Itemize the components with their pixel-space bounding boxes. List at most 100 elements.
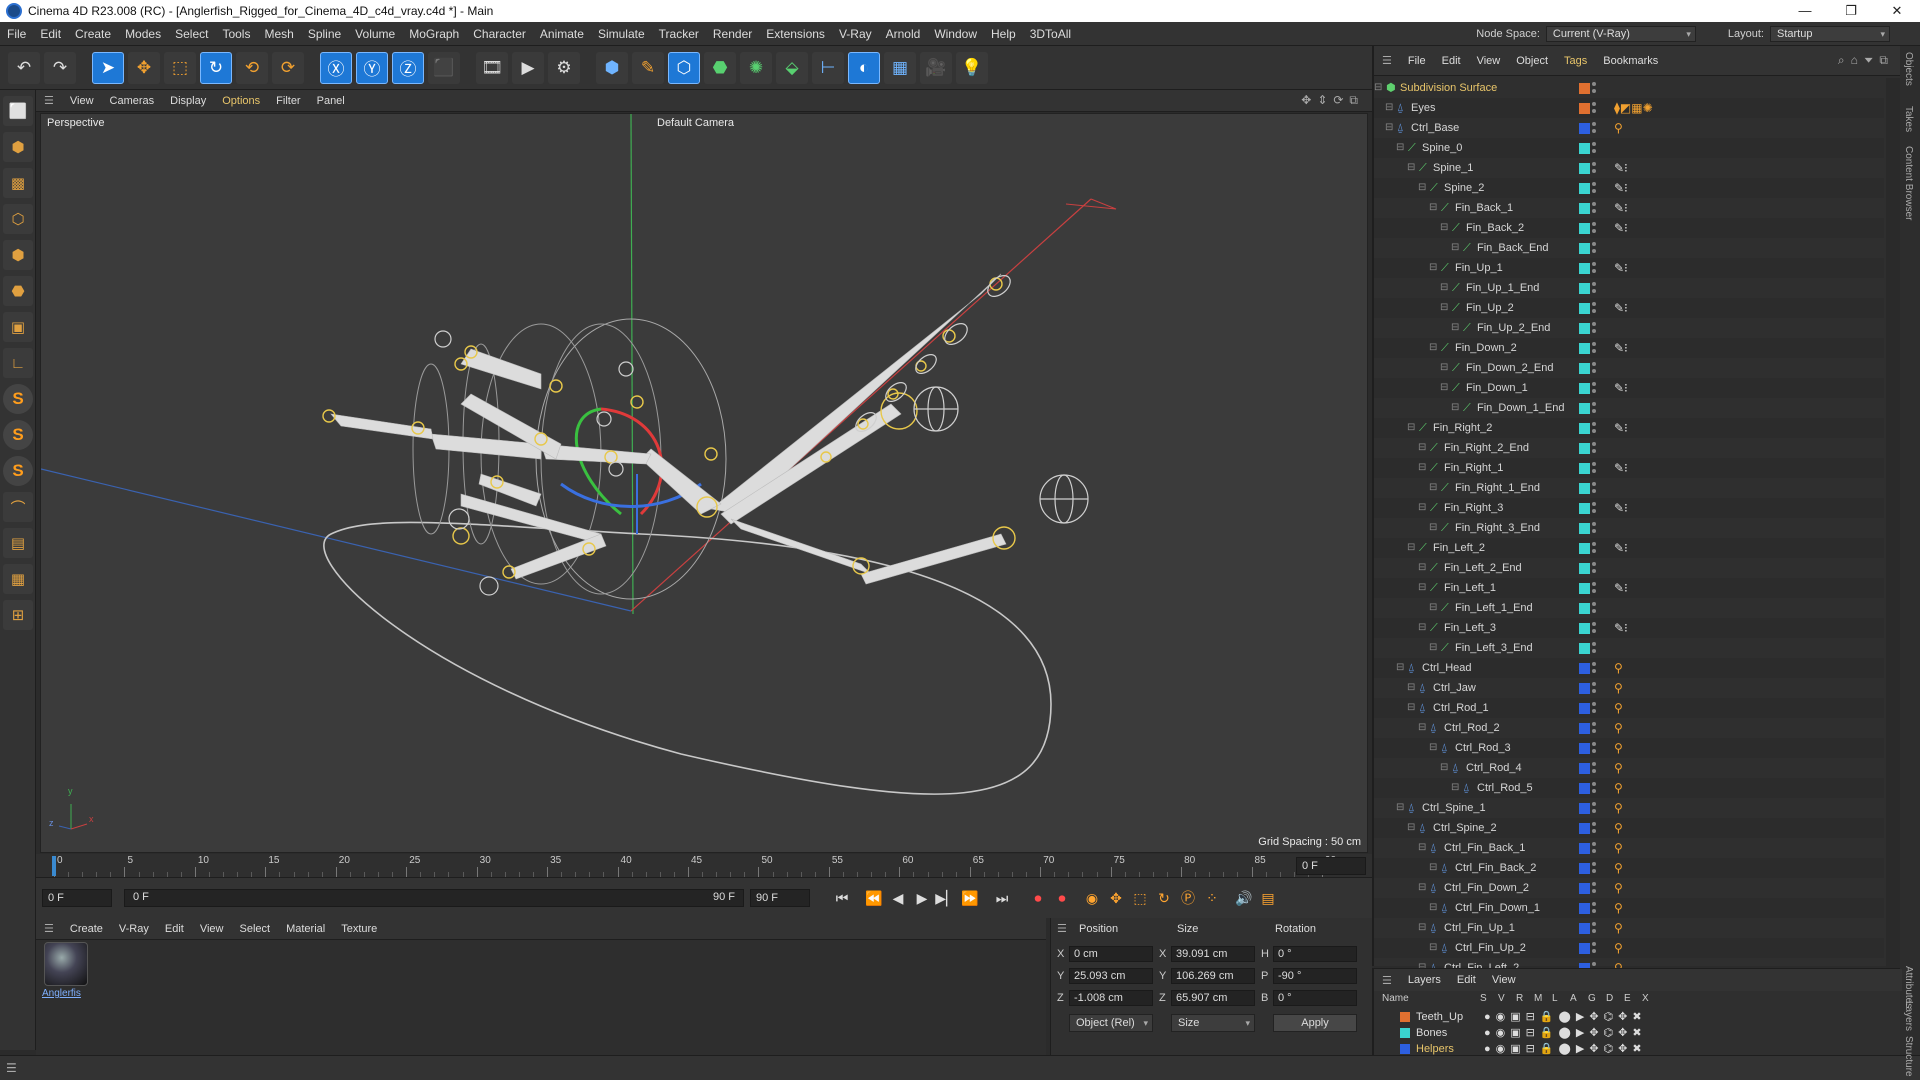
layer-toggle-icons[interactable]: ●◉▣⊟🔒⬤▶✥⌬✥✖ [1484,1009,1647,1025]
visibility-dots[interactable] [1592,441,1596,455]
object-menu-file[interactable]: File [1400,55,1434,67]
layer-row[interactable]: Helpers ●◉▣⊟🔒⬤▶✥⌬✥✖ [1374,1041,1902,1057]
layer-color-swatch[interactable] [1579,923,1590,934]
layer-color-swatch[interactable] [1579,523,1590,534]
visibility-dots[interactable] [1592,941,1596,955]
ik-tag-icon[interactable]: ✎⁝ [1614,221,1628,235]
make-editable-icon[interactable]: ⬜ [3,96,33,126]
object-row[interactable]: ⊟ ⟋ Fin_Down_2 ✎⁝ [1374,338,1884,358]
coord-mode-dropdown[interactable]: Object (Rel) [1069,1014,1153,1032]
expand-toggle-icon[interactable]: ⊟ [1429,518,1437,538]
object-row[interactable]: ⊟ ⍙ Ctrl_Rod_4 ⚲ [1374,758,1884,778]
layer-color-swatch[interactable] [1579,323,1590,334]
object-row[interactable]: ⊟ ⍙ Ctrl_Fin_Down_2 ⚲ [1374,878,1884,898]
expand-toggle-icon[interactable]: ⊟ [1418,958,1426,968]
redo-icon[interactable]: ↷ [44,51,76,84]
layer-menu-layers[interactable]: Layers [1400,974,1449,986]
layer-color-swatch[interactable] [1579,643,1590,654]
layer-color-swatch[interactable] [1579,123,1590,134]
expand-toggle-icon[interactable]: ⊟ [1407,698,1415,718]
camera-icon[interactable]: 🎥 [920,51,952,84]
menu-render[interactable]: Render [706,22,759,46]
layer-color-swatch[interactable] [1579,163,1590,174]
menu-arnold[interactable]: Arnold [879,22,928,46]
layer-color-swatch[interactable] [1579,303,1590,314]
side-tab-objects[interactable]: Objects [1903,52,1914,86]
points-mode-icon[interactable]: ⬡ [3,204,33,234]
object-row[interactable]: ⊟ ⍙ Eyes ⧫◩▦✺ [1374,98,1884,118]
object-row[interactable]: ⊟ ⟋ Fin_Left_2_End [1374,558,1884,578]
coord-size-dropdown[interactable]: Size [1171,1014,1255,1032]
visibility-dots[interactable] [1592,381,1596,395]
object-row[interactable]: ⊟ ⟋ Fin_Right_2_End [1374,438,1884,458]
expand-toggle-icon[interactable]: ⊟ [1429,738,1437,758]
layer-color-swatch[interactable] [1579,103,1590,114]
layer-color-swatch[interactable] [1579,803,1590,814]
visibility-dots[interactable] [1592,141,1596,155]
visibility-dots[interactable] [1592,681,1596,695]
layer-menu-view[interactable]: View [1484,974,1524,986]
material-menu-texture[interactable]: Texture [333,923,385,935]
grid-icon[interactable]: ▦ [3,564,33,594]
visibility-dots[interactable] [1592,921,1596,935]
axis-mode-icon[interactable]: ∟ [3,348,33,378]
viewport-menu-options[interactable]: Options [214,95,268,107]
texture-mode-icon[interactable]: ▩ [3,168,33,198]
layer-toggle-icons[interactable]: ●◉▣⊟🔒⬤▶✥⌬✥✖ [1484,1025,1647,1041]
locked-workplane-icon[interactable]: ⊞ [3,600,33,630]
menu-volume[interactable]: Volume [348,22,402,46]
object-row[interactable]: ⊟ ⟋ Fin_Back_1 ✎⁝ [1374,198,1884,218]
menu-edit[interactable]: Edit [33,22,68,46]
material-thumbnail[interactable] [44,942,88,986]
constraint-tag-icon[interactable]: ⚲ [1614,781,1623,795]
menu-simulate[interactable]: Simulate [591,22,652,46]
snap-icon-2[interactable]: S [3,420,33,450]
menu-extensions[interactable]: Extensions [759,22,832,46]
expand-toggle-icon[interactable]: ⊟ [1407,158,1415,178]
object-row[interactable]: ⊟ ⟋ Fin_Down_1 ✎⁝ [1374,378,1884,398]
expand-toggle-icon[interactable]: ⊟ [1396,658,1404,678]
visibility-dots[interactable] [1592,781,1596,795]
visibility-dots[interactable] [1592,401,1596,415]
layer-color-swatch[interactable] [1579,83,1590,94]
menu-animate[interactable]: Animate [533,22,591,46]
scale-icon[interactable]: ⬚ [164,51,196,84]
layer-color-swatch[interactable] [1400,1012,1410,1022]
expand-toggle-icon[interactable]: ⊟ [1418,718,1426,738]
sound-icon[interactable]: 🔊 [1232,886,1256,910]
expand-toggle-icon[interactable]: ⊟ [1418,838,1426,858]
constraint-tag-icon[interactable]: ⚲ [1614,881,1623,895]
visibility-dots[interactable] [1592,581,1596,595]
record-icon[interactable]: ⏺ [1026,886,1050,910]
constraint-tag-icon[interactable]: ⚲ [1614,841,1623,855]
timeline-ruler[interactable]: 051015202530354045505560657075808590 0 F [36,854,1372,878]
render-settings-icon[interactable]: ⚙ [548,51,580,84]
ik-tag-icon[interactable]: ✎⁝ [1614,181,1628,195]
rotation-key-icon[interactable]: ↻ [1152,886,1176,910]
parameter-key-icon[interactable]: Ⓟ [1176,886,1200,910]
menu-3dtoall[interactable]: 3DToAll [1023,22,1078,46]
object-menu-edit[interactable]: Edit [1434,55,1469,67]
layer-color-swatch[interactable] [1579,943,1590,954]
field-icon[interactable]: ⊢ [812,51,844,84]
frame-range-slider[interactable]: 0 F 90 F [124,889,744,907]
object-row[interactable]: ⊟ ⟋ Fin_Left_1 ✎⁝ [1374,578,1884,598]
object-row[interactable]: ⊟ ⟋ Fin_Left_2 ✎⁝ [1374,538,1884,558]
visibility-dots[interactable] [1592,821,1596,835]
layer-menu-icon[interactable]: ☰ [1374,974,1400,987]
start-frame-field[interactable]: 0 F [42,889,112,907]
size-z-field[interactable]: 65.907 cm [1171,990,1255,1006]
keyframe-selection-icon[interactable]: ◉ [1080,886,1104,910]
layer-color-swatch[interactable] [1579,783,1590,794]
object-row[interactable]: ⊟ ⍙ Ctrl_Spine_2 ⚲ [1374,818,1884,838]
layer-color-swatch[interactable] [1579,463,1590,474]
layer-menu-edit[interactable]: Edit [1449,974,1484,986]
side-tab-layers[interactable]: Layers [1903,1001,1914,1031]
maximize-button[interactable]: ❐ [1828,0,1874,22]
expand-toggle-icon[interactable]: ⊟ [1440,298,1448,318]
constraint-tag-icon[interactable]: ⚲ [1614,921,1623,935]
object-row[interactable]: ⊟ ⟋ Fin_Up_2 ✎⁝ [1374,298,1884,318]
ik-tag-icon[interactable]: ✎⁝ [1614,161,1628,175]
constraint-tag-icon[interactable]: ⚲ [1614,701,1623,715]
light-icon[interactable]: 💡 [956,51,988,84]
